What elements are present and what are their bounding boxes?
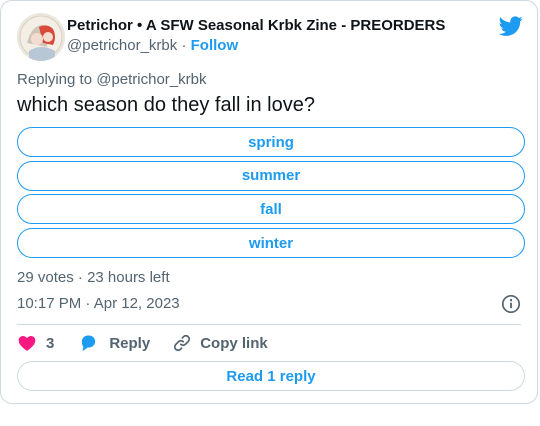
author-handle-row: @petrichor_krbk · Follow <box>67 37 238 54</box>
timestamp-separator: · <box>85 295 91 312</box>
poll-separator: · <box>77 269 83 286</box>
poll-meta: 29 votes · 23 hours left <box>17 269 170 286</box>
reply-bubble-icon <box>82 335 96 351</box>
copy-link-label: Copy link <box>200 334 268 352</box>
timestamp-time[interactable]: 10:17 PM <box>17 295 81 312</box>
read-replies-button[interactable]: Read 1 reply <box>17 361 525 391</box>
copy-link-button[interactable]: Copy link <box>172 333 268 353</box>
poll-votes: 29 votes <box>17 269 74 286</box>
poll-option-fall[interactable]: fall <box>17 194 525 225</box>
handle-separator: · <box>181 37 187 54</box>
tweet-text: which season do they fall in love? <box>17 94 315 116</box>
timestamp[interactable]: 10:17 PM · Apr 12, 2023 <box>17 295 180 312</box>
follow-button[interactable]: Follow <box>191 37 239 54</box>
poll-option-spring[interactable]: spring <box>17 127 525 157</box>
reply-button[interactable]: Reply <box>78 333 150 353</box>
avatar[interactable] <box>17 13 65 61</box>
replying-to: Replying to @petrichor_krbk <box>17 71 207 88</box>
like-count: 3 <box>46 334 55 352</box>
action-bar: 3 Reply Copy link <box>17 332 268 354</box>
author-name[interactable]: Petrichor • A SFW Seasonal Krbk Zine - P… <box>67 17 445 34</box>
poll: spring summer fall winter <box>17 127 525 262</box>
divider <box>17 324 521 325</box>
like-button[interactable]: 3 <box>17 333 54 353</box>
twitter-bird-icon[interactable] <box>499 14 523 38</box>
timestamp-date[interactable]: Apr 12, 2023 <box>94 295 180 312</box>
heart-icon <box>18 336 36 351</box>
author-handle[interactable]: @petrichor_krbk <box>67 37 177 54</box>
poll-option-winter[interactable]: winter <box>17 228 525 259</box>
link-icon <box>174 334 191 352</box>
reply-label: Reply <box>109 334 151 352</box>
info-icon[interactable] <box>501 294 521 314</box>
poll-option-summer[interactable]: summer <box>17 160 525 191</box>
tweet-card: Petrichor • A SFW Seasonal Krbk Zine - P… <box>0 0 538 404</box>
replying-handle[interactable]: @petrichor_krbk <box>96 71 206 88</box>
replying-prefix: Replying to <box>17 71 93 88</box>
poll-time-left: 23 hours left <box>87 269 170 286</box>
